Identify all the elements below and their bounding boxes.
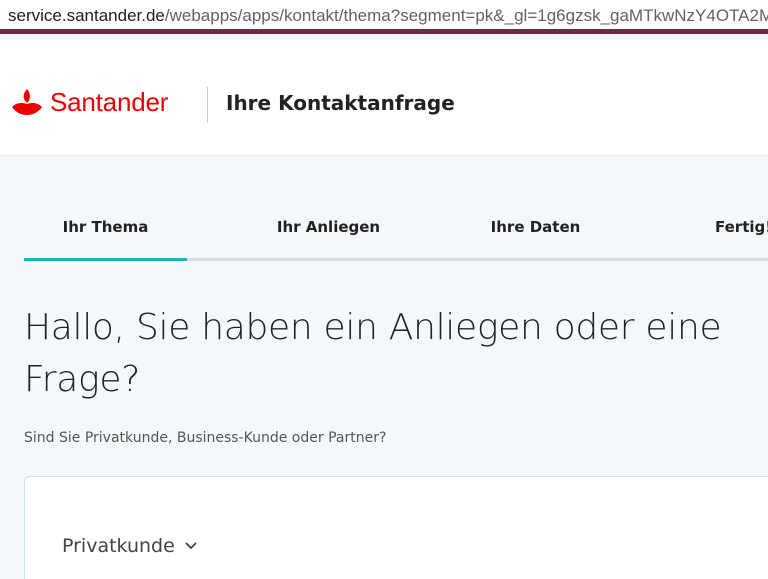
browser-address-bar[interactable]: service.santander.de/webapps/apps/kontak… bbox=[0, 0, 768, 34]
header-divider bbox=[207, 87, 208, 123]
santander-flame-icon bbox=[12, 89, 42, 115]
url-host: service.santander.de bbox=[8, 6, 165, 25]
url-text[interactable]: service.santander.de/webapps/apps/kontak… bbox=[8, 6, 768, 26]
brand-name: Santander bbox=[50, 86, 169, 117]
santander-logo[interactable]: Santander bbox=[10, 86, 168, 118]
url-path: /webapps/apps/kontakt/thema?segment=pk&_… bbox=[164, 6, 768, 25]
site-header: Santander Ihre Kontaktanfrage bbox=[0, 39, 768, 156]
segment-card: Privatkunde bbox=[24, 476, 768, 579]
main-headline: Hallo, Sie haben ein Anliegen oder eine … bbox=[24, 307, 722, 400]
segment-select-value: Privatkunde bbox=[62, 535, 175, 557]
step-ihr-anliegen[interactable]: Ihr Anliegen bbox=[247, 212, 410, 258]
step-ihr-thema[interactable]: Ihr Thema bbox=[24, 212, 187, 261]
chevron-down-icon bbox=[185, 542, 197, 550]
step-fertig[interactable]: Fertig! bbox=[689, 212, 768, 258]
page-title: Ihre Kontaktanfrage bbox=[226, 91, 455, 115]
customer-segment-select[interactable]: Privatkunde bbox=[62, 535, 197, 557]
main-subline: Sind Sie Privatkunde, Business-Kunde ode… bbox=[24, 430, 387, 446]
step-ihre-daten[interactable]: Ihre Daten bbox=[454, 212, 617, 258]
progress-steps: Ihr Thema Ihr Anliegen Ihre Daten Fertig… bbox=[24, 212, 768, 262]
